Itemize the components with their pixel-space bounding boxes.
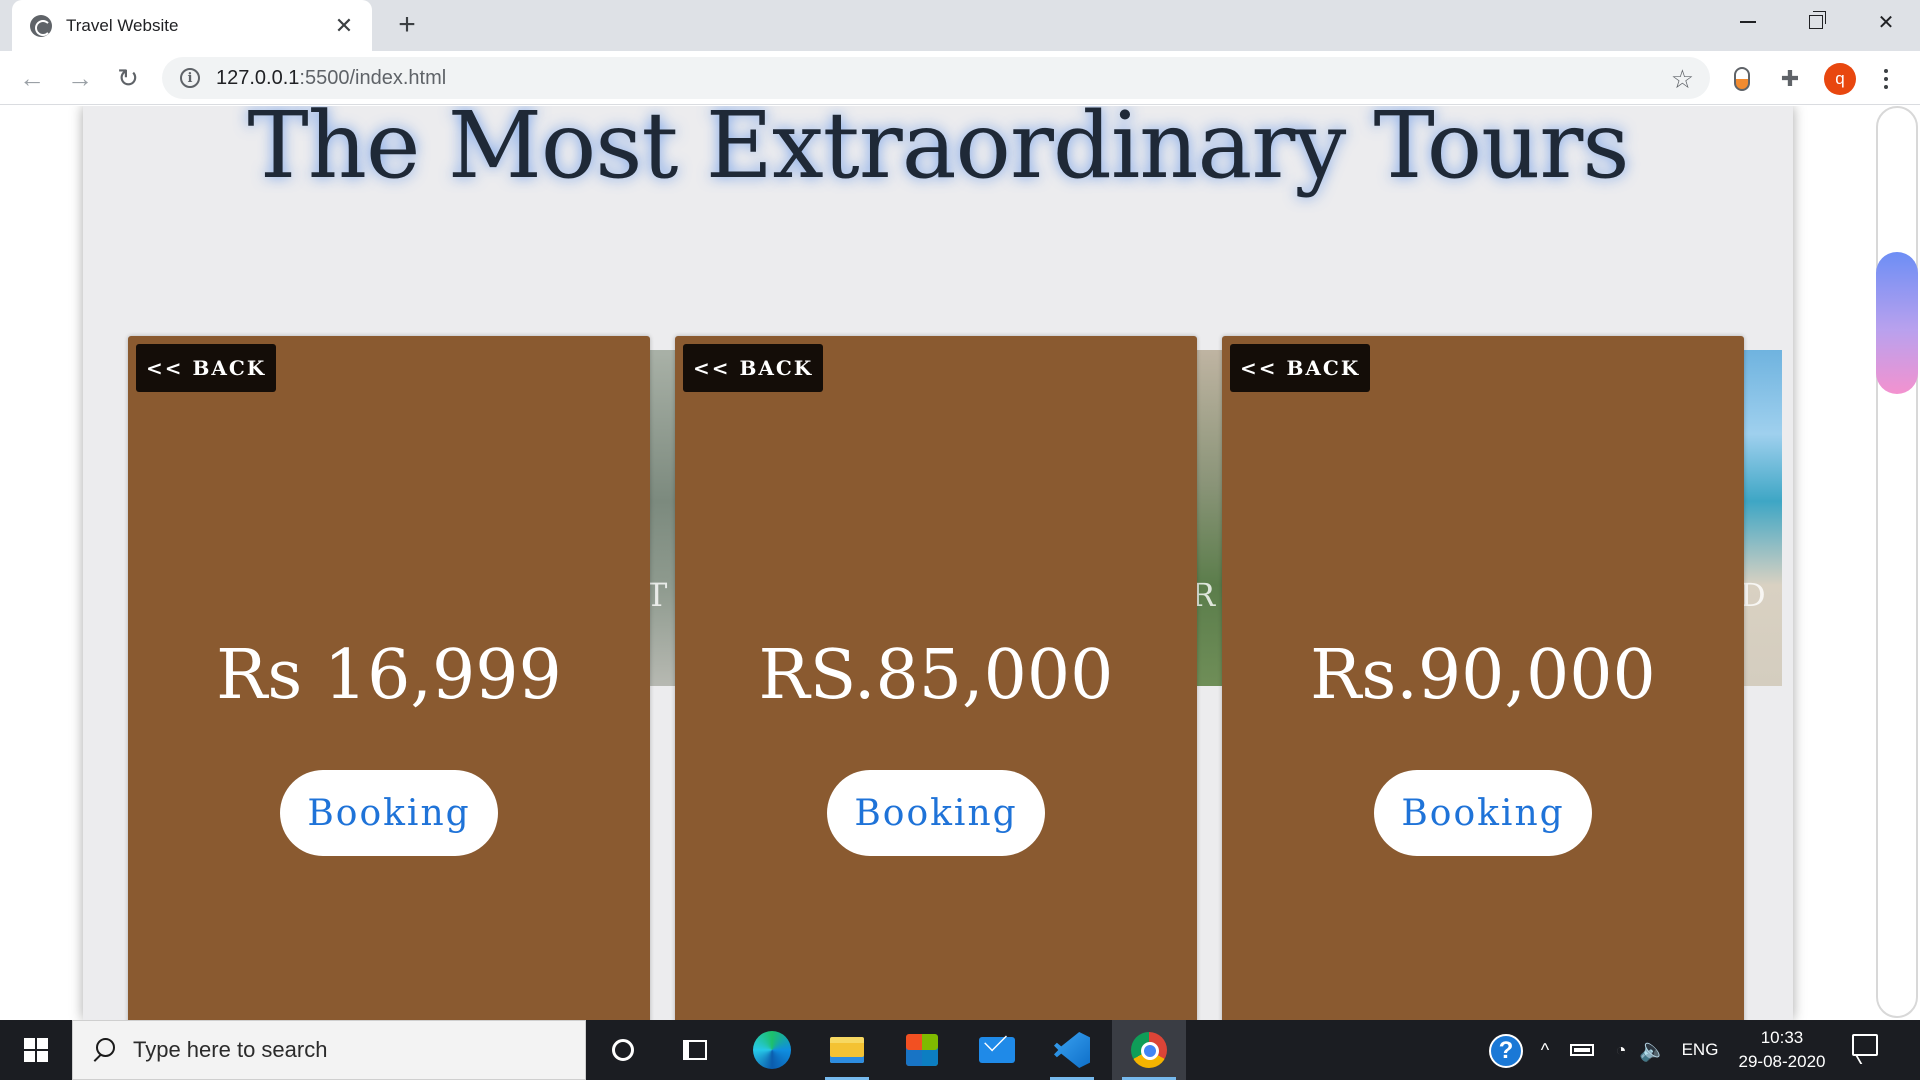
site-info-icon[interactable]: i — [180, 68, 200, 88]
forward-arrow-icon[interactable]: → — [62, 60, 98, 96]
help-icon[interactable]: ? — [1489, 1034, 1523, 1068]
back-button[interactable]: << BACK — [1230, 344, 1371, 392]
browser-menu-icon[interactable] — [1872, 63, 1900, 95]
taskbar-search-box[interactable]: Type here to search — [72, 1020, 586, 1080]
new-tab-button[interactable]: + — [390, 8, 424, 42]
browser-tabstrip: Travel Website ✕ + ✕ — [0, 0, 1920, 51]
show-hidden-icons-chevron[interactable]: ^ — [1534, 1020, 1556, 1080]
volume-icon[interactable]: 🔈 — [1638, 1020, 1668, 1080]
reload-icon[interactable]: ↻ — [110, 60, 146, 96]
back-button[interactable]: << BACK — [136, 344, 277, 392]
clock-time: 10:33 — [1760, 1028, 1804, 1047]
back-button[interactable]: << BACK — [683, 344, 824, 392]
tour-card-back: << BACK RS.85,000 Booking — [675, 336, 1197, 1020]
extension-icon[interactable] — [1728, 65, 1756, 93]
wifi-icon[interactable]: ◔ — [1606, 1020, 1636, 1080]
tour-price: RS.85,000 — [758, 636, 1114, 715]
clock-date: 29-08-2020 — [1738, 1052, 1826, 1071]
tab-title: Travel Website — [66, 15, 179, 35]
back-arrow-icon[interactable]: ← — [14, 60, 50, 96]
profile-avatar[interactable]: q — [1824, 63, 1856, 95]
search-placeholder: Type here to search — [133, 1037, 328, 1062]
search-icon — [91, 1038, 115, 1062]
scrollbar-thumb[interactable] — [1876, 252, 1918, 394]
minimize-window-button[interactable] — [1714, 0, 1782, 44]
system-clock[interactable]: 10:33 29-08-2020 — [1730, 1026, 1834, 1074]
language-indicator[interactable]: ENG — [1676, 1020, 1724, 1080]
booking-button[interactable]: Booking — [827, 770, 1045, 856]
booking-button[interactable]: Booking — [1374, 770, 1592, 856]
battery-icon[interactable] — [1566, 1020, 1598, 1080]
tour-price: Rs.90,000 — [1310, 636, 1656, 715]
task-view-icon[interactable] — [665, 1020, 725, 1080]
restore-window-button[interactable] — [1782, 0, 1850, 44]
browser-tab[interactable]: Travel Website ✕ — [12, 0, 372, 51]
close-tab-icon[interactable]: ✕ — [332, 13, 356, 39]
url-host: 127.0.0.1 — [216, 66, 300, 89]
page-viewport: The Most Extraordinary Tours T R D << BA… — [0, 106, 1920, 1020]
extensions-puzzle-icon[interactable]: ✚ — [1776, 65, 1804, 93]
tour-price: Rs 16,999 — [216, 636, 562, 715]
windows-taskbar: Type here to search ? ^ ◔ 🔈 ENG 10:33 29… — [0, 1020, 1920, 1080]
file-explorer-icon[interactable] — [817, 1020, 877, 1080]
scrollbar[interactable] — [1876, 106, 1918, 1018]
edge-browser-icon[interactable] — [742, 1020, 802, 1080]
browser-toolbar: ← → ↻ i 127.0.0.1:5500/index.html ☆ ✚ q — [0, 51, 1920, 105]
windows-logo-icon — [24, 1038, 48, 1062]
globe-icon — [30, 14, 52, 37]
address-bar[interactable]: i 127.0.0.1:5500/index.html ☆ — [162, 57, 1710, 99]
mail-icon[interactable] — [967, 1020, 1027, 1080]
url-path: :5500/index.html — [299, 66, 447, 89]
page-heading: The Most Extraordinary Tours — [247, 106, 1629, 199]
windows-start-button[interactable] — [0, 1020, 72, 1080]
tour-card-back: << BACK Rs 16,999 Booking — [128, 336, 650, 1020]
cortana-icon[interactable] — [593, 1020, 653, 1080]
close-window-button[interactable]: ✕ — [1852, 0, 1920, 44]
notification-center-icon[interactable] — [1852, 1034, 1884, 1064]
vscode-icon[interactable] — [1042, 1020, 1102, 1080]
tour-card-back: << BACK Rs.90,000 Booking — [1222, 336, 1744, 1020]
chrome-browser-icon[interactable] — [1112, 1020, 1186, 1080]
booking-button[interactable]: Booking — [280, 770, 498, 856]
bookmark-star-icon[interactable]: ☆ — [1671, 64, 1694, 95]
microsoft-store-icon[interactable] — [892, 1020, 952, 1080]
